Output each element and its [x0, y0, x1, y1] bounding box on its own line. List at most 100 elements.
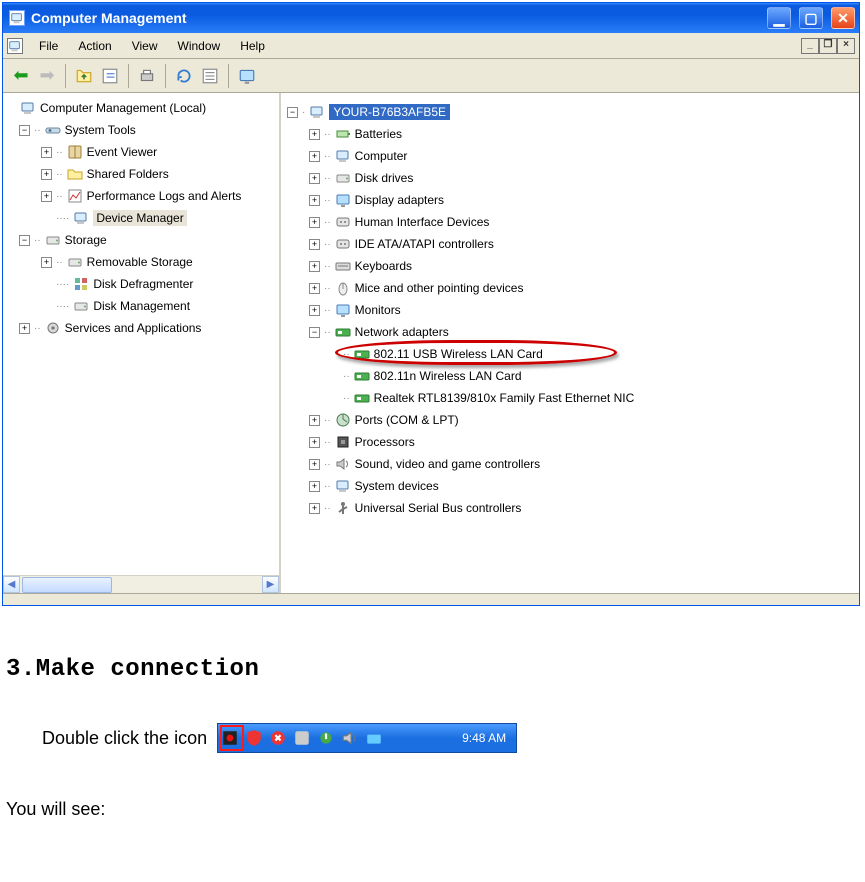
device-mice[interactable]: +··Mice and other pointing devices — [287, 277, 853, 299]
storage-icon — [45, 232, 61, 248]
tree-system-tools[interactable]: −·· System Tools — [5, 119, 277, 141]
device-usb[interactable]: +··Universal Serial Bus controllers — [287, 497, 853, 519]
expand-icon[interactable]: + — [309, 239, 320, 250]
scroll-left-button[interactable]: ◀ — [3, 576, 20, 593]
expand-icon[interactable]: + — [309, 217, 320, 228]
tree-root[interactable]: Computer Management (Local) — [5, 97, 277, 119]
expand-icon[interactable]: + — [309, 283, 320, 294]
expand-icon[interactable]: + — [309, 415, 320, 426]
nav-back-button[interactable]: ⬅ — [9, 64, 33, 88]
device-sound[interactable]: +··Sound, video and game controllers — [287, 453, 853, 475]
print-button[interactable] — [135, 64, 159, 88]
device-computer[interactable]: +··Computer — [287, 145, 853, 167]
menu-file[interactable]: File — [29, 36, 68, 56]
scroll-track[interactable] — [20, 576, 262, 593]
disk-icon — [335, 170, 351, 186]
device-na2[interactable]: ··802.11n Wireless LAN Card — [287, 365, 853, 387]
tree-device-manager[interactable]: ···· Device Manager — [5, 207, 277, 229]
collapse-icon[interactable]: − — [287, 107, 298, 118]
network-tray-icon: ✖ — [269, 729, 287, 747]
expand-icon[interactable]: + — [41, 191, 52, 202]
device-disk-drives[interactable]: +··Disk drives — [287, 167, 853, 189]
menu-bar: File Action View Window Help _ ❐ × — [3, 33, 859, 59]
up-one-level-button[interactable] — [72, 64, 96, 88]
expand-icon[interactable]: + — [309, 129, 320, 140]
device-monitors[interactable]: +··Monitors — [287, 299, 853, 321]
device-display-adapters[interactable]: +··Display adapters — [287, 189, 853, 211]
show-hide-tree-button[interactable] — [98, 64, 122, 88]
services-icon — [45, 320, 61, 336]
device-batteries[interactable]: +··Batteries — [287, 123, 853, 145]
tree-services-apps[interactable]: +·· Services and Applications — [5, 317, 277, 339]
expand-icon[interactable]: + — [309, 459, 320, 470]
expand-icon[interactable]: + — [309, 151, 320, 162]
mdi-restore-button[interactable]: ❐ — [819, 38, 837, 54]
expand-icon[interactable]: + — [309, 173, 320, 184]
tree-storage[interactable]: −·· Storage — [5, 229, 277, 251]
device-na3[interactable]: ··Realtek RTL8139/810x Family Fast Ether… — [287, 387, 853, 409]
event-viewer-icon — [67, 144, 83, 160]
expand-icon[interactable]: + — [41, 257, 52, 268]
tree-event-viewer[interactable]: +·· Event Viewer — [5, 141, 277, 163]
window-maximize-button[interactable]: ▢ — [799, 7, 823, 29]
window-minimize-button[interactable]: ▁ — [767, 7, 791, 29]
properties-button[interactable] — [198, 64, 222, 88]
menu-action[interactable]: Action — [68, 36, 121, 56]
expand-icon[interactable]: + — [41, 147, 52, 158]
device-ide[interactable]: +··IDE ATA/ATAPI controllers — [287, 233, 853, 255]
expand-icon[interactable]: + — [19, 323, 30, 334]
collapse-icon[interactable]: − — [19, 235, 30, 246]
systray-clock: 9:48 AM — [462, 731, 506, 745]
device-processors[interactable]: +··Processors — [287, 431, 853, 453]
device-hid[interactable]: +··Human Interface Devices — [287, 211, 853, 233]
refresh-button[interactable] — [172, 64, 196, 88]
disk-management-icon — [73, 298, 89, 314]
instruction-line: Double click the icon ✖ 9:48 AM — [42, 723, 859, 753]
console-tree-pane: Computer Management (Local) −·· System T… — [3, 93, 281, 593]
menu-view[interactable]: View — [122, 36, 168, 56]
expand-icon[interactable]: + — [41, 169, 52, 180]
display-icon — [335, 192, 351, 208]
tree-shared-folders[interactable]: +·· Shared Folders — [5, 163, 277, 185]
nav-forward-button[interactable]: ➡ — [35, 64, 59, 88]
mdi-close-button[interactable]: × — [837, 38, 855, 54]
menu-help[interactable]: Help — [230, 36, 275, 56]
expand-icon[interactable]: + — [309, 437, 320, 448]
scan-hardware-button[interactable] — [235, 64, 259, 88]
tree-disk-management[interactable]: ···· Disk Management — [5, 295, 277, 317]
console-tree[interactable]: Computer Management (Local) −·· System T… — [3, 93, 279, 575]
collapse-icon[interactable]: − — [19, 125, 30, 136]
section-heading: 3.Make connection — [6, 656, 859, 683]
device-na1[interactable]: ··802.11 USB Wireless LAN Card — [287, 343, 853, 365]
device-network-adapters[interactable]: −··Network adapters — [287, 321, 853, 343]
scroll-thumb[interactable] — [22, 577, 112, 593]
mdi-minimize-button[interactable]: _ — [801, 38, 819, 54]
toolbar-separator — [165, 64, 166, 88]
workspace: Computer Management (Local) −·· System T… — [3, 93, 859, 593]
sound-icon — [335, 456, 351, 472]
horizontal-scrollbar[interactable]: ◀ ▶ — [3, 575, 279, 593]
expand-icon[interactable]: + — [309, 261, 320, 272]
device-manager-icon — [73, 210, 89, 226]
expand-icon[interactable]: + — [309, 503, 320, 514]
removable-storage-icon — [67, 254, 83, 270]
nic-icon — [354, 390, 370, 406]
device-keyboards[interactable]: +··Keyboards — [287, 255, 853, 277]
mdi-system-icon[interactable] — [7, 38, 23, 54]
expand-icon[interactable]: + — [309, 195, 320, 206]
expand-icon[interactable]: + — [309, 305, 320, 316]
menu-window[interactable]: Window — [168, 36, 231, 56]
tree-disk-defrag[interactable]: ···· Disk Defragmenter — [5, 273, 277, 295]
device-root[interactable]: −· YOUR-B76B3AFB5E — [287, 101, 853, 123]
window-close-button[interactable]: ✕ — [831, 7, 855, 29]
expand-icon[interactable]: + — [309, 481, 320, 492]
device-system-devices[interactable]: +··System devices — [287, 475, 853, 497]
tree-perf-logs[interactable]: +·· Performance Logs and Alerts — [5, 185, 277, 207]
tree-removable-storage[interactable]: +·· Removable Storage — [5, 251, 277, 273]
toolbar-separator — [128, 64, 129, 88]
device-tree[interactable]: −· YOUR-B76B3AFB5E +··Batteries +··Compu… — [285, 97, 855, 523]
window-titlebar[interactable]: Computer Management ▁ ▢ ✕ — [3, 3, 859, 33]
scroll-right-button[interactable]: ▶ — [262, 576, 279, 593]
collapse-icon[interactable]: − — [309, 327, 320, 338]
device-ports[interactable]: +··Ports (COM & LPT) — [287, 409, 853, 431]
